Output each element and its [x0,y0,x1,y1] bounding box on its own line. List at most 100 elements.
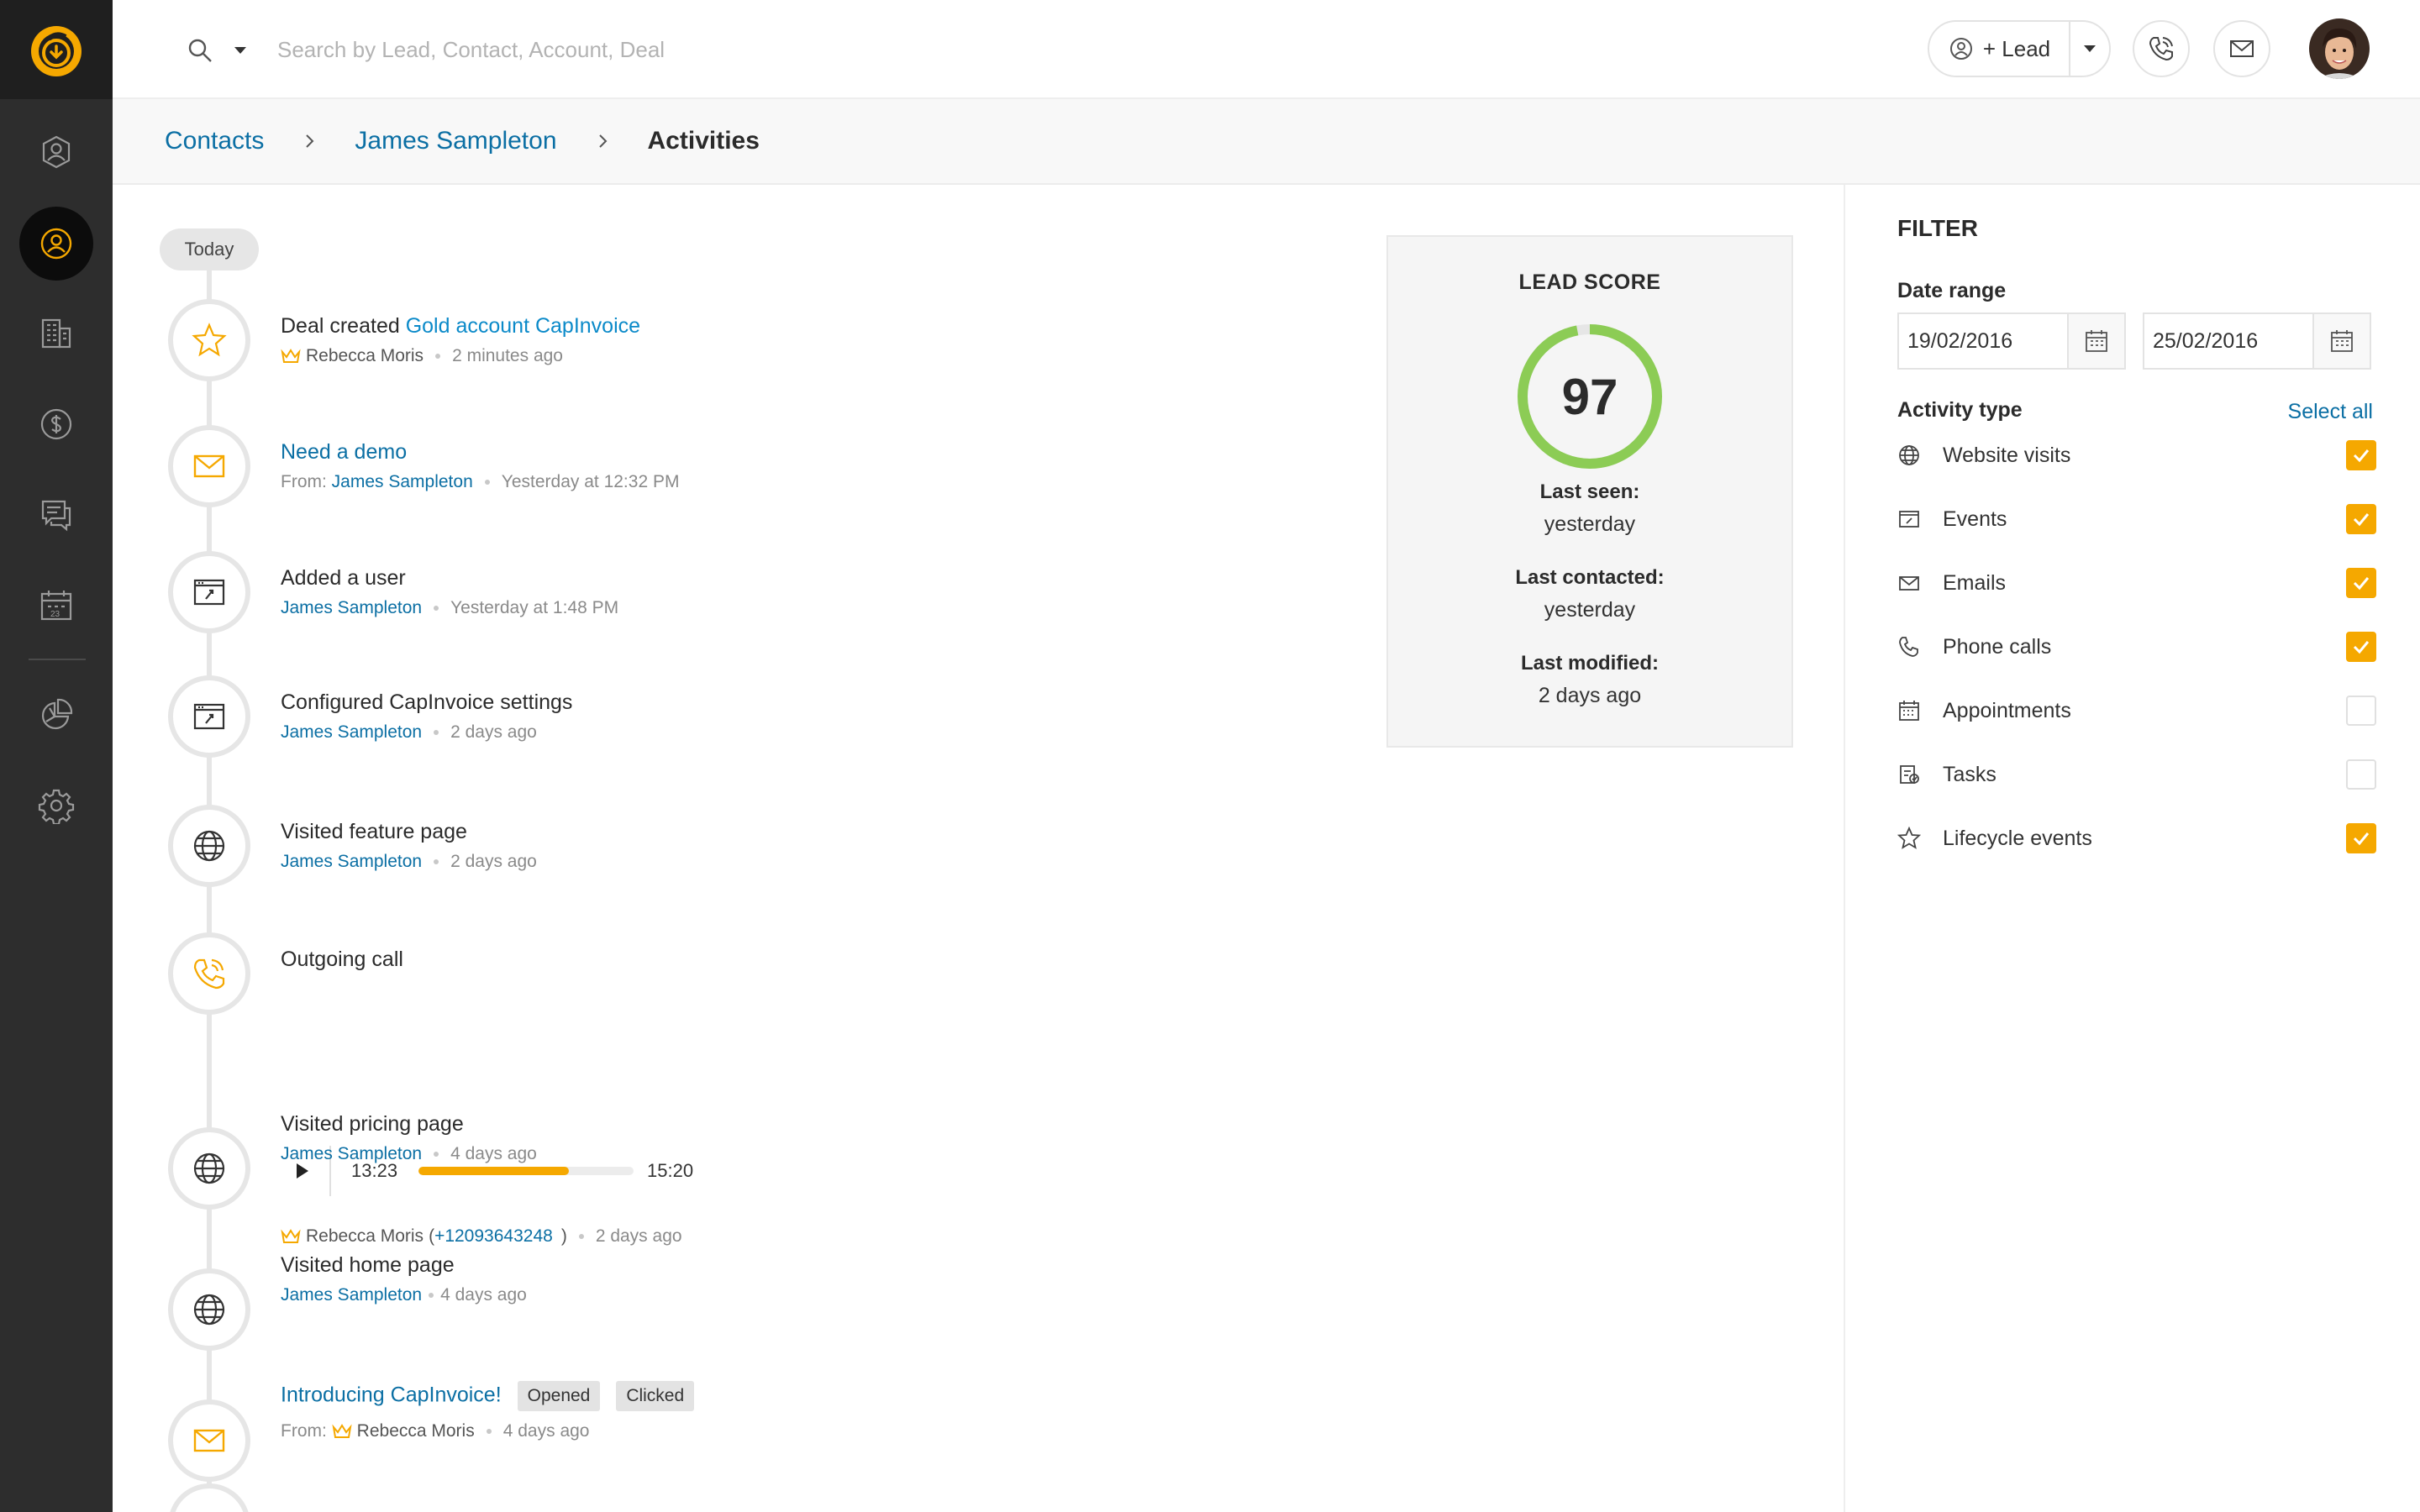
sidebar-item-deals[interactable] [0,386,113,462]
email-subject-link[interactable]: Need a demo [281,440,407,464]
timeline-node [168,675,250,758]
timestamp: 2 days ago [450,722,537,742]
user-name[interactable]: James Sampleton [281,598,422,618]
today-pill: Today [160,228,259,270]
timestamp: 2 minutes ago [452,346,563,365]
browser-icon [193,579,225,606]
events-checkbox[interactable] [2346,504,2376,534]
separator-dot [486,1429,492,1434]
sidebar-divider [29,659,86,660]
sidebar: 23 [0,0,113,1512]
breadcrumb-current: Activities [647,127,760,155]
chevron-down-icon[interactable] [232,42,249,59]
calendar-icon [2331,330,2353,352]
tasks-checkbox[interactable] [2346,759,2376,790]
phone-calls-checkbox[interactable] [2346,632,2376,662]
globe-icon [193,830,225,862]
sidebar-item-reports[interactable] [0,677,113,753]
check-icon [2353,449,2370,463]
user-name[interactable]: James Sampleton [281,1144,422,1164]
chevron-right-icon [306,134,314,148]
activity-type-label: Lifecycle events [1943,826,2092,850]
date-to-input[interactable] [2144,314,2312,368]
avatar[interactable] [2309,18,2370,79]
search-input[interactable] [277,29,950,71]
deal-link[interactable]: Gold account CapInvoice [406,314,640,338]
sidebar-item-calendar[interactable]: 23 [0,568,113,643]
app-logo-icon[interactable] [29,24,84,79]
search-icon[interactable] [187,37,213,64]
emails-checkbox[interactable] [2346,568,2376,598]
last-contacted-label: Last contacted: [1515,566,1665,589]
sender-name[interactable]: Rebecca Moris [357,1421,475,1441]
user-name[interactable]: James Sampleton [281,722,422,743]
sidebar-item-contacts[interactable] [19,207,93,281]
contact-icon [40,228,72,260]
timeline-item-meta: James Sampleton 4 days ago [281,1285,527,1305]
caller-name[interactable]: Rebecca Moris [306,1226,424,1247]
timeline-item-meta: James Sampleton 2 days ago [281,852,537,872]
phone-icon [2149,37,2173,61]
activity-type-website-visits[interactable]: Website visits [1897,437,2376,474]
website-visits-checkbox[interactable] [2346,440,2376,470]
sidebar-item-leads[interactable] [0,114,113,190]
phone-number-link[interactable]: +12093643248 [434,1226,553,1247]
calendar-icon [2086,330,2107,352]
envelope-icon [2230,40,2254,57]
email-button[interactable] [2213,20,2270,77]
sidebar-item-accounts[interactable] [0,296,113,371]
timeline-item-title: Visited feature page [281,820,467,843]
appointments-checkbox[interactable] [2346,696,2376,726]
activity-type-lifecycle-events[interactable]: Lifecycle events [1897,820,2376,857]
add-lead-dropdown[interactable] [2070,22,2109,76]
date-to-field [2143,312,2371,370]
breadcrumb-contacts[interactable]: Contacts [165,127,264,155]
owner-name[interactable]: Rebecca Moris [306,346,424,366]
date-from-picker[interactable] [2067,314,2124,368]
timeline-item-meta: James Sampleton 2 days ago [281,722,537,743]
user-name[interactable]: James Sampleton [281,1285,422,1305]
timeline-node [168,1483,250,1512]
lead-score-title: LEAD SCORE [1518,270,1661,294]
sidebar-item-messages[interactable] [0,477,113,553]
star-icon [192,323,227,357]
user-name[interactable]: James Sampleton [281,852,422,872]
calendar-icon [1899,701,1919,721]
playback-progress[interactable] [418,1167,634,1175]
activity-type-appointments[interactable]: Appointments [1897,692,2376,729]
lead-score-card: LEAD SCORE 97 Last seen: yesterday Last … [1386,235,1793,748]
email-subject-link[interactable]: Introducing CapInvoice! [281,1383,502,1407]
separator-dot [434,730,439,735]
activity-type-label: Appointments [1943,698,2071,722]
timeline-node [168,932,250,1015]
date-to-picker[interactable] [2312,314,2370,368]
timestamp: 2 days ago [595,1226,682,1246]
call-button[interactable] [2133,20,2190,77]
last-seen-label: Last seen: [1539,480,1640,503]
timeline-node [168,805,250,887]
add-lead-button-group: + Lead [1928,20,2111,77]
user-avatar-icon [2309,18,2370,79]
timeline-node [168,1268,250,1351]
timeline-node [168,551,250,633]
date-from-input[interactable] [1899,314,2067,368]
browser-icon [1899,511,1919,528]
activity-type-tasks[interactable]: Tasks [1897,756,2376,793]
timestamp: Yesterday at 12:32 PM [501,472,680,491]
breadcrumb-contact-name[interactable]: James Sampleton [355,127,556,155]
select-all-link[interactable]: Select all [2288,400,2373,424]
playback-progress-fill [418,1167,570,1175]
activity-type-events[interactable]: Events [1897,501,2376,538]
lead-score-value: 97 [1561,368,1618,425]
add-lead-button[interactable]: + Lead [1929,22,2070,76]
timestamp: 4 days ago [450,1144,537,1163]
separator-dot [434,859,439,864]
logo-area [0,0,113,99]
sidebar-item-settings[interactable] [0,768,113,843]
activity-timeline: Today Deal created Gold account CapInvoi… [113,185,1373,1512]
sender-name[interactable]: James Sampleton [332,472,473,492]
lifecycle-events-checkbox[interactable] [2346,823,2376,853]
timeline-item-title: Introducing CapInvoice! Opened Clicked [281,1381,695,1411]
activity-type-emails[interactable]: Emails [1897,564,2376,601]
activity-type-phone-calls[interactable]: Phone calls [1897,628,2376,665]
